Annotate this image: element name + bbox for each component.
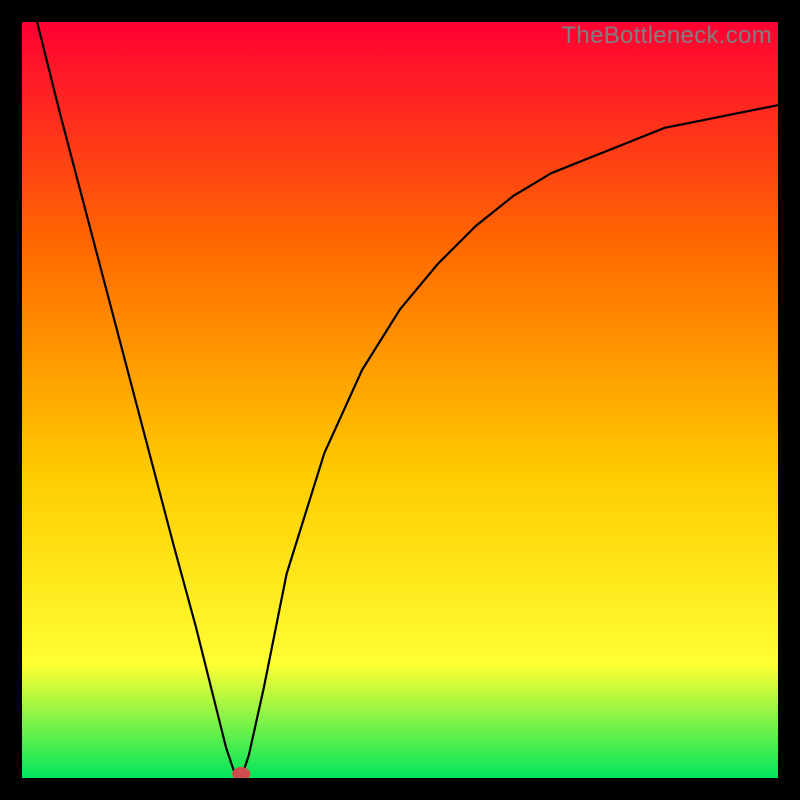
watermark-text: TheBottleneck.com xyxy=(561,22,772,50)
chart-frame: TheBottleneck.com xyxy=(22,22,778,778)
bottleneck-chart xyxy=(22,22,778,778)
